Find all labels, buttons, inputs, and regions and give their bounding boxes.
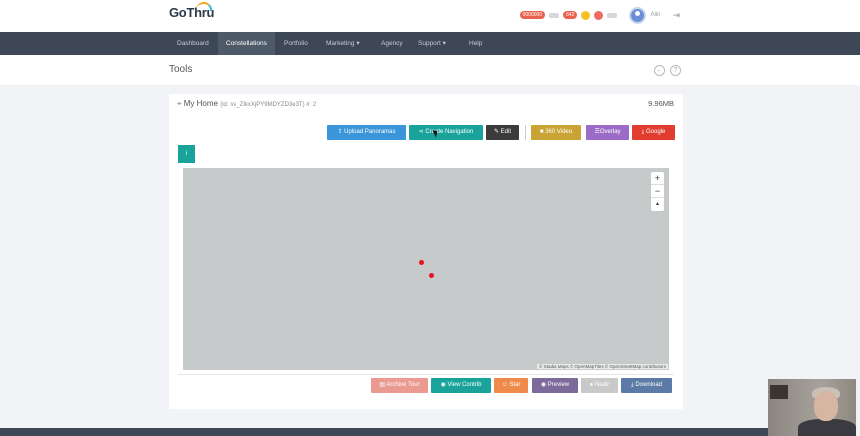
preview-label: Preview (547, 382, 570, 388)
google-label: Google (645, 129, 666, 135)
eye-icon: ◉ (540, 382, 548, 388)
star-button[interactable]: ☺ Star (494, 378, 528, 393)
nav-help[interactable]: Help (461, 32, 490, 55)
presenter-face (814, 391, 838, 421)
view-contrib-label: View Contrib (447, 382, 482, 388)
nav-agency[interactable]: Agency (373, 32, 411, 55)
webcam-overlay (768, 379, 856, 436)
upload-panoramas-button[interactable]: ⇪ Upload Panoramas (327, 125, 406, 140)
card-title: ⌖ My Home (id: sv_ZIkxXjPY9MDYZD3e3T) #:… (177, 99, 316, 109)
page-header: Tools ← ? (0, 55, 860, 85)
nav-dashboard[interactable]: Dashboard (169, 32, 217, 55)
avatar[interactable] (629, 6, 647, 24)
nadir-button[interactable]: ● Nadir (581, 378, 618, 393)
video-360-button[interactable]: ■ 360 Video (531, 125, 581, 140)
compass-icon[interactable]: ▴ (651, 198, 664, 211)
video-label: 360 Video (545, 129, 573, 135)
download-button[interactable]: ⤓ Download (621, 378, 672, 393)
archive-label: Archive Tour (386, 382, 420, 388)
help-icon[interactable]: ? (670, 65, 681, 76)
edit-icon: ✎ (493, 129, 501, 135)
info-tab[interactable]: i (178, 145, 195, 163)
tour-size: 9.96MB (648, 99, 674, 108)
back-icon[interactable]: ← (654, 65, 665, 76)
preview-button[interactable]: ◉ Preview (532, 378, 578, 393)
nav-constellations[interactable]: Constellations (218, 32, 275, 55)
star-label: Star (509, 382, 521, 388)
location-pin-icon: ⌖ (177, 99, 182, 108)
archive-tour-button[interactable]: ▤ Archive Tour (371, 378, 428, 393)
notification-pill[interactable]: 0000000 (519, 11, 546, 19)
zoom-out-button[interactable]: − (651, 185, 664, 198)
tour-name[interactable]: My Home (184, 99, 218, 108)
create-navigation-button[interactable]: ⋖ Create Navigation (409, 125, 483, 140)
footer (0, 428, 768, 436)
upload-label: Upload Panoramas (344, 129, 396, 135)
tour-card: ⌖ My Home (id: sv_ZIkxXjPY9MDYZD3e3T) #:… (169, 94, 683, 409)
map-view[interactable]: + − ▴ © Stadia Maps © OpenMapTiles © Ope… (183, 168, 669, 370)
page-title: Tools (169, 64, 193, 75)
edit-button[interactable]: ✎ Edit (486, 125, 519, 140)
nav-portfolio[interactable]: Portfolio (276, 32, 316, 55)
overlay-button[interactable]: ☰Overlay (586, 125, 629, 140)
toolbar-divider (525, 125, 526, 140)
map-attribution[interactable]: © Stadia Maps © OpenMapTiles © OpenStree… (537, 364, 668, 369)
status-dot-red-icon[interactable] (594, 10, 604, 20)
picture-frame (770, 385, 788, 399)
view-contrib-button[interactable]: ◉ View Contrib (431, 378, 491, 393)
panorama-marker[interactable] (429, 273, 434, 278)
presenter-body (798, 419, 856, 436)
nadir-label: Nadir (594, 382, 610, 388)
user-name[interactable]: Alin (650, 12, 660, 18)
google-button[interactable]: ⤓ Google (632, 125, 675, 140)
status-dot-yellow-icon[interactable] (581, 10, 591, 20)
top-bar: GoThru 0000000 642 Alin ⇥ (0, 0, 860, 32)
eye-icon: ◉ (440, 382, 448, 388)
overlay-label: Overlay (599, 129, 621, 135)
map-zoom-control: + − ▴ (651, 172, 664, 211)
notification-divider (549, 12, 560, 18)
divider (178, 374, 674, 375)
gothru-logo[interactable]: GoThru (169, 2, 214, 20)
panorama-marker[interactable] (419, 260, 424, 265)
main-nav: Dashboard Constellations Portfolio Marke… (0, 32, 860, 55)
download-label: Download (635, 382, 662, 388)
status-bar (607, 12, 618, 18)
tour-id: (id: sv_ZIkxXjPY9MDYZD3e3T) #: 2 (220, 102, 317, 108)
edit-label: Edit (500, 129, 512, 135)
zoom-in-button[interactable]: + (651, 172, 664, 185)
header-right: 0000000 642 Alin ⇥ (519, 6, 680, 24)
logout-icon[interactable]: ⇥ (672, 10, 680, 21)
nav-support[interactable]: Support ▾ (410, 32, 454, 55)
nav-marketing[interactable]: Marketing ▾ (318, 32, 368, 55)
logo-arc-icon (196, 2, 212, 11)
credits-pill[interactable]: 642 (563, 11, 578, 19)
